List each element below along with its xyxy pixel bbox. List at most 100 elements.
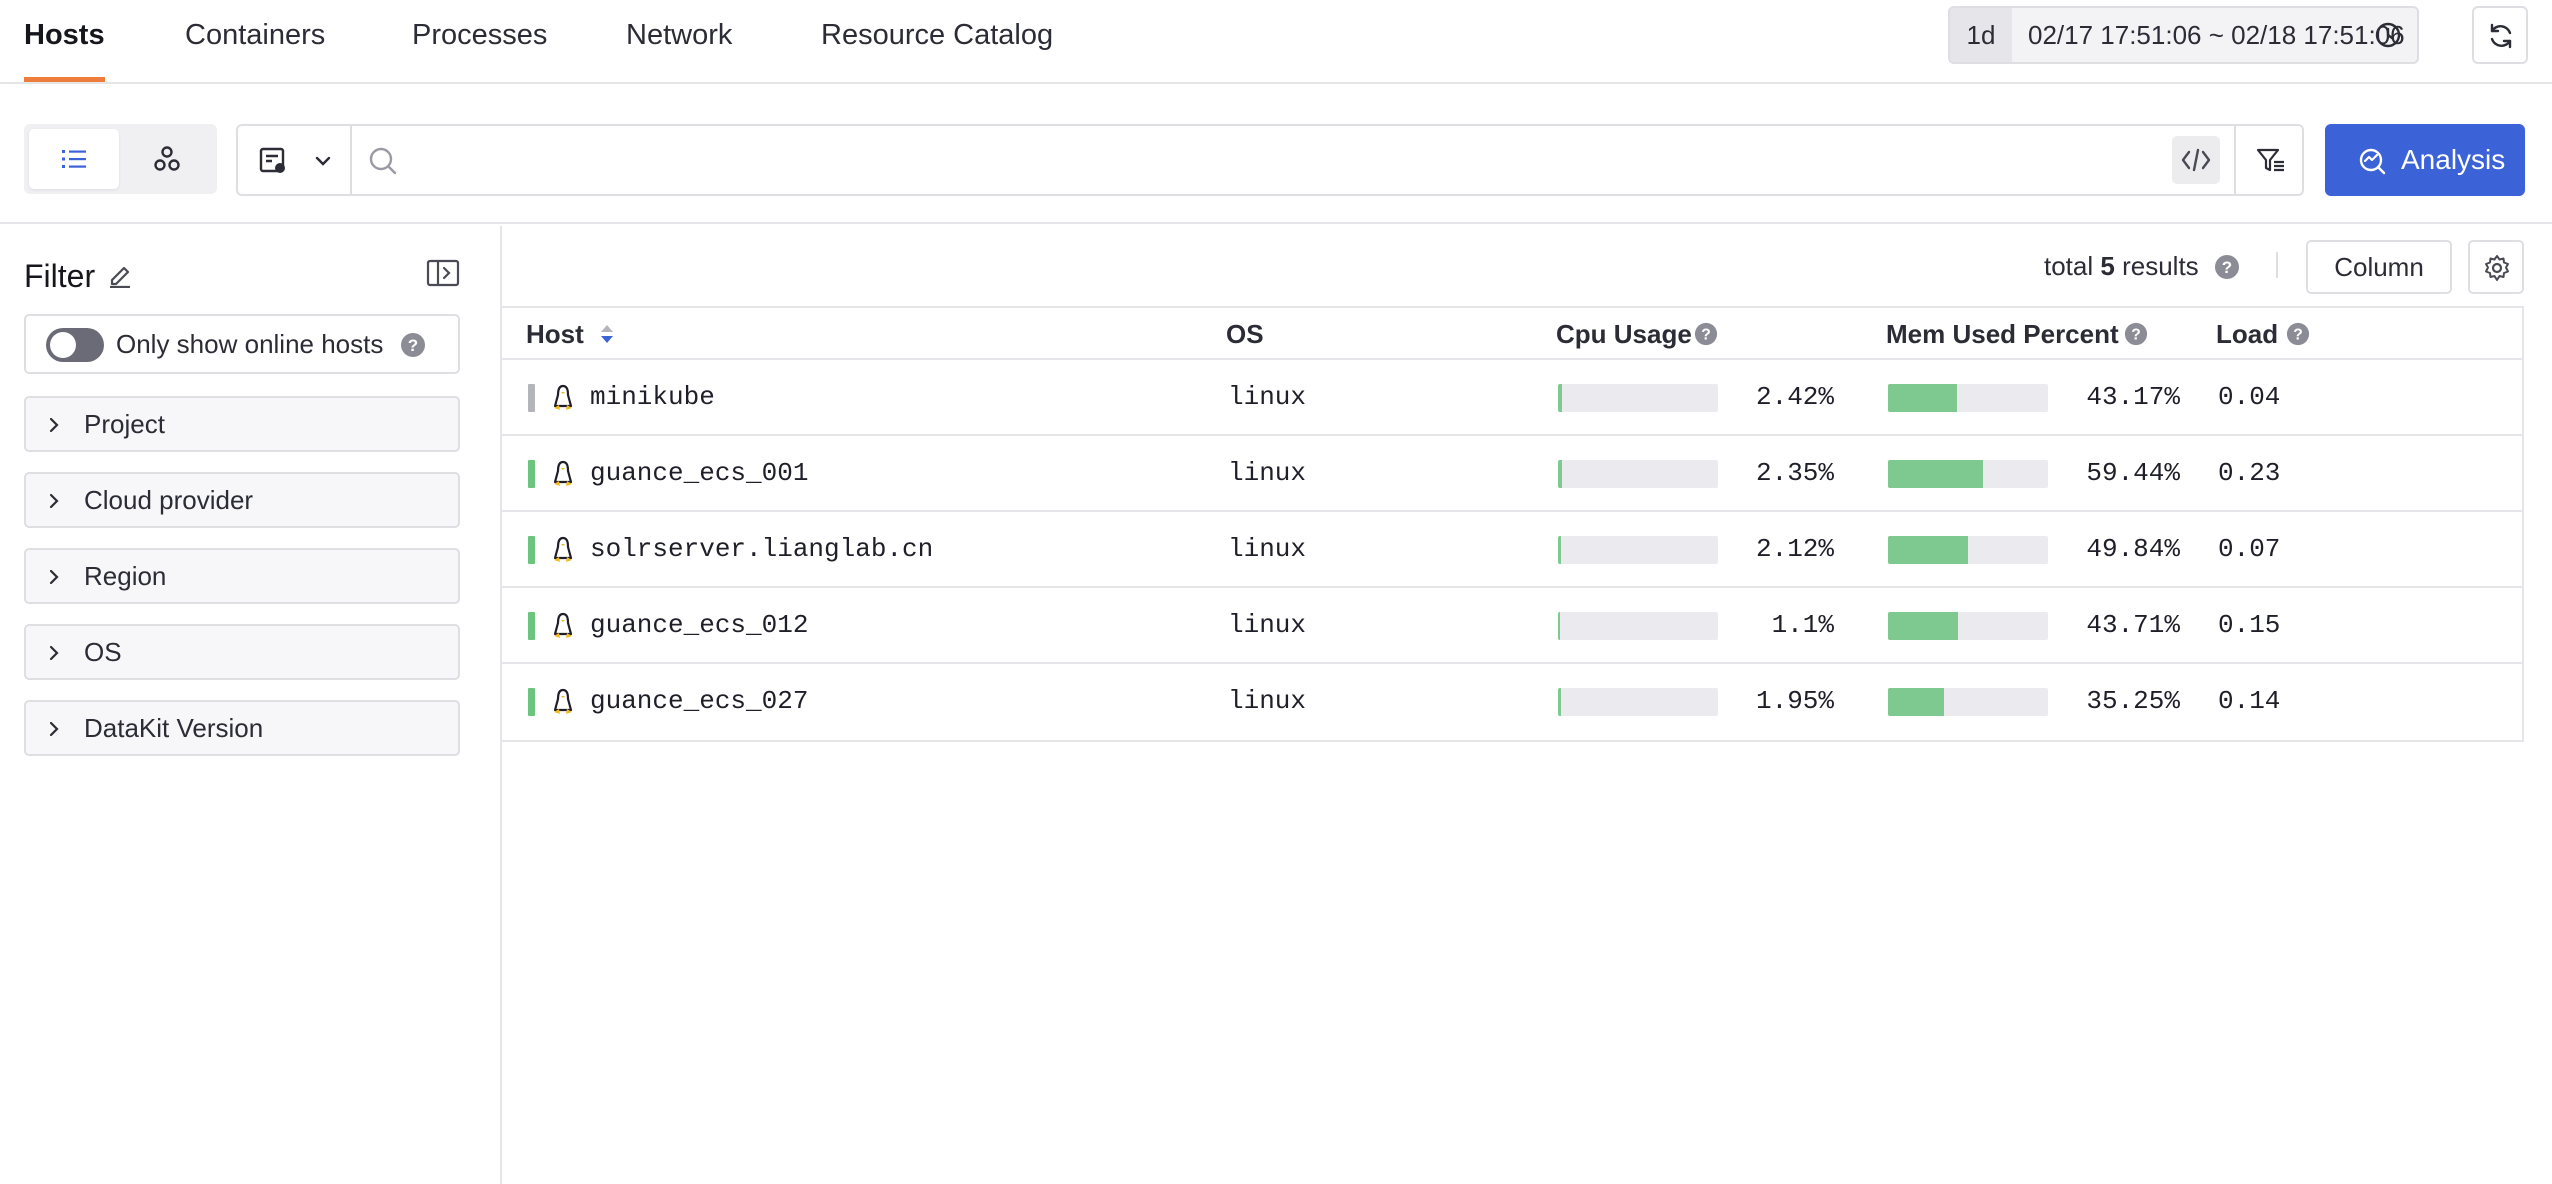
help-icon[interactable]: ? — [2214, 254, 2240, 280]
edit-icon[interactable] — [106, 260, 134, 288]
online-hosts-filter: Only show online hosts ? — [24, 314, 460, 374]
source-selector[interactable] — [238, 126, 352, 194]
os-value: linux — [1228, 382, 1307, 412]
results-count: 5 — [2100, 251, 2115, 281]
toolbar: Analysis — [0, 86, 2552, 224]
status-indicator — [528, 612, 535, 640]
table-row[interactable]: guance_ecs_027 linux 1.95% 35.25% 0.14 — [502, 664, 2522, 740]
refresh-icon — [2490, 23, 2512, 49]
column-cpu-usage[interactable]: Cpu Usage — [1556, 308, 1692, 360]
cpu-usage-bar — [1558, 536, 1718, 564]
chevron-right-icon — [49, 645, 59, 661]
mem-usage-value: 59.44% — [2086, 458, 2180, 488]
results-prefix: total — [2044, 251, 2094, 281]
cpu-usage-value: 1.1% — [1771, 610, 1834, 640]
linux-icon — [553, 536, 573, 562]
host-name[interactable]: guance_ecs_001 — [590, 436, 808, 510]
facet-label: OS — [84, 637, 122, 667]
table-row[interactable]: minikube linux 2.42% 43.17% 0.04 — [502, 360, 2522, 436]
help-icon[interactable]: ? — [2124, 322, 2148, 346]
facet-datakit-version[interactable]: DataKit Version — [24, 700, 460, 756]
hosts-table: Host OS Cpu Usage ? Mem Used Percent ? L… — [502, 306, 2524, 742]
linux-icon — [553, 460, 573, 486]
facet-project[interactable]: Project — [24, 396, 460, 452]
cpu-usage-bar-fill — [1558, 612, 1561, 640]
filter-title: Filter — [24, 258, 96, 294]
chevron-right-icon — [49, 493, 59, 509]
mem-usage-value: 43.17% — [2086, 382, 2180, 412]
topology-icon — [154, 146, 180, 171]
host-name[interactable]: guance_ecs_027 — [590, 664, 808, 738]
table-row[interactable]: guance_ecs_012 linux 1.1% 43.71% 0.15 — [502, 588, 2522, 664]
tab-hosts[interactable]: Hosts — [24, 0, 105, 82]
cpu-usage-bar-fill — [1558, 536, 1562, 564]
cpu-usage-bar — [1558, 612, 1718, 640]
host-name[interactable]: guance_ecs_012 — [590, 588, 808, 662]
os-value: linux — [1228, 610, 1307, 640]
settings-button[interactable] — [2468, 240, 2524, 294]
search-input[interactable] — [408, 134, 2388, 186]
cpu-usage-bar — [1558, 688, 1718, 716]
list-view-button[interactable] — [29, 129, 119, 189]
facet-os[interactable]: OS — [24, 624, 460, 680]
load-value: 0.04 — [2218, 382, 2281, 412]
sort-icon[interactable] — [598, 322, 616, 346]
facet-region[interactable]: Region — [24, 548, 460, 604]
help-icon[interactable]: ? — [400, 332, 426, 358]
cpu-usage-value: 2.42% — [1755, 382, 1834, 412]
online-hosts-toggle[interactable] — [46, 328, 104, 362]
refresh-button[interactable] — [2472, 6, 2528, 64]
column-button[interactable]: Column — [2306, 240, 2452, 294]
cpu-usage-bar — [1558, 384, 1718, 412]
advanced-filter-button[interactable] — [2234, 126, 2304, 194]
list-icon — [62, 150, 86, 168]
cpu-usage-bar — [1558, 460, 1718, 488]
filter-icon — [2256, 148, 2284, 172]
table-header: Host OS Cpu Usage ? Mem Used Percent ? L… — [502, 308, 2522, 360]
time-period-label[interactable]: 1d — [1950, 8, 2012, 62]
mem-usage-bar — [1888, 688, 2048, 716]
time-range-picker[interactable]: 1d 02/17 17:51:06 ~ 02/18 17:51:06 — [1948, 6, 2419, 64]
tab-containers[interactable]: Containers — [185, 0, 325, 82]
column-mem-used-percent[interactable]: Mem Used Percent — [1886, 308, 2119, 360]
topology-view-button[interactable] — [122, 129, 212, 189]
table-row[interactable]: guance_ecs_001 linux 2.35% 59.44% 0.23 — [502, 436, 2522, 512]
top-nav: Hosts Containers Processes Network Resou… — [0, 0, 2552, 84]
status-indicator — [528, 384, 535, 412]
linux-icon — [553, 612, 573, 638]
help-icon[interactable]: ? — [2286, 322, 2310, 346]
facet-label: DataKit Version — [84, 713, 264, 743]
column-os[interactable]: OS — [1226, 308, 1264, 360]
svg-text:?: ? — [408, 336, 418, 355]
collapse-panel-icon[interactable] — [426, 258, 460, 288]
column-load[interactable]: Load — [2216, 308, 2278, 360]
analysis-button[interactable]: Analysis — [2325, 124, 2525, 196]
query-code-button[interactable] — [2172, 136, 2220, 184]
analysis-label: Analysis — [2401, 144, 2506, 175]
load-value: 0.07 — [2218, 534, 2281, 564]
facet-label: Region — [84, 561, 167, 591]
facet-label: Project — [84, 409, 165, 439]
tab-network[interactable]: Network — [626, 0, 732, 82]
chevron-right-icon — [49, 417, 59, 433]
table-row[interactable]: solrserver.lianglab.cn linux 2.12% 49.84… — [502, 512, 2522, 588]
facet-label: Cloud provider — [84, 485, 254, 515]
tab-processes[interactable]: Processes — [412, 0, 547, 82]
facet-cloud-provider[interactable]: Cloud provider — [24, 472, 460, 528]
status-indicator — [528, 460, 535, 488]
view-switch — [24, 124, 217, 194]
results-suffix: results — [2122, 251, 2199, 281]
tab-resource-catalog[interactable]: Resource Catalog — [821, 0, 1053, 82]
help-icon[interactable]: ? — [1694, 322, 1718, 346]
column-host[interactable]: Host — [526, 308, 584, 360]
cpu-usage-value: 2.12% — [1755, 534, 1834, 564]
load-value: 0.14 — [2218, 686, 2281, 716]
code-icon — [2181, 148, 2211, 172]
filter-sidebar: Filter Only show online hosts ? Project … — [0, 226, 502, 1184]
host-name[interactable]: solrserver.lianglab.cn — [590, 512, 933, 586]
chevron-right-icon — [49, 721, 59, 737]
host-name[interactable]: minikube — [590, 360, 715, 434]
mem-usage-value: 43.71% — [2086, 610, 2180, 640]
load-value: 0.23 — [2218, 458, 2281, 488]
mem-usage-value: 35.25% — [2086, 686, 2180, 716]
